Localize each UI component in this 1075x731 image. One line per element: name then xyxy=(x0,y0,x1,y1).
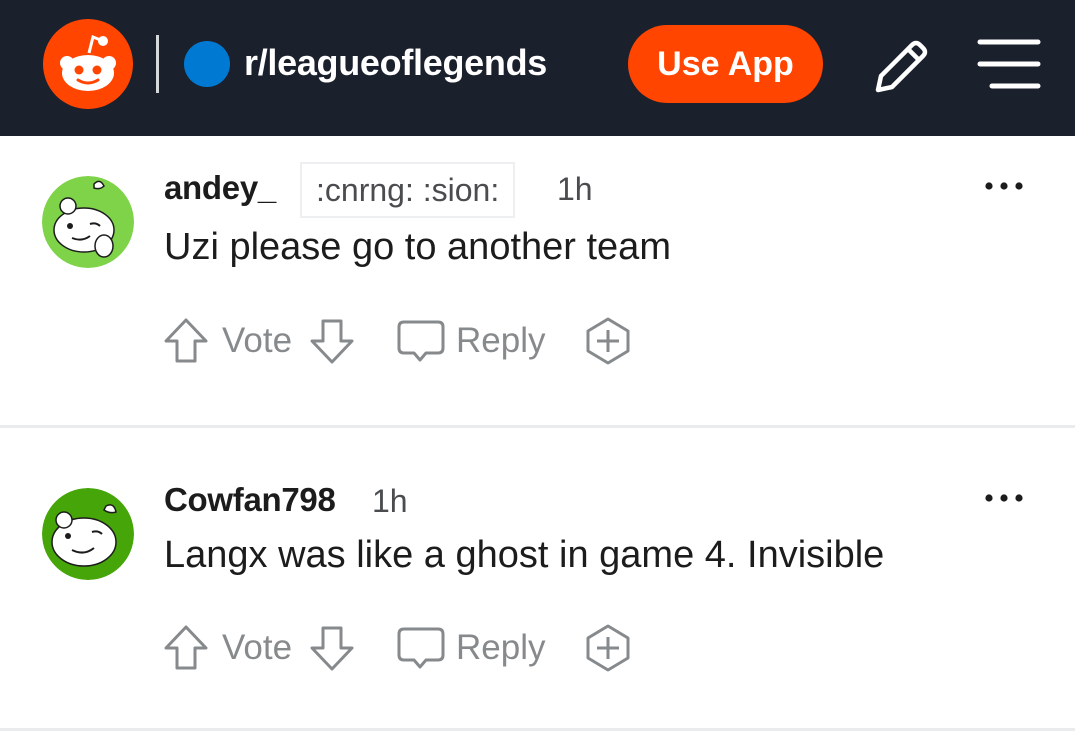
avatar[interactable] xyxy=(42,176,134,268)
downvote-button[interactable] xyxy=(308,314,356,368)
use-app-button[interactable]: Use App xyxy=(628,25,823,103)
comment-author[interactable]: Cowfan798 xyxy=(164,480,336,520)
comment-body: Uzi please go to another team xyxy=(164,226,671,268)
reply-button[interactable] xyxy=(396,314,446,368)
subreddit-name[interactable]: r/leagueoflegends xyxy=(244,40,547,86)
comment-body: Langx was like a ghost in game 4. Invisi… xyxy=(164,534,885,576)
pencil-icon[interactable] xyxy=(868,34,934,100)
award-button[interactable] xyxy=(582,621,634,675)
speech-bubble-icon xyxy=(397,627,445,669)
hamburger-menu-icon[interactable] xyxy=(976,36,1042,92)
comment-timestamp: 1h xyxy=(557,171,593,207)
award-button[interactable] xyxy=(582,314,634,368)
header-divider xyxy=(156,35,159,93)
reddit-logo-icon[interactable] xyxy=(43,19,133,109)
upvote-button[interactable] xyxy=(162,314,210,368)
reply-label[interactable]: Reply xyxy=(456,314,545,368)
comment-author[interactable]: andey_ xyxy=(164,168,276,208)
subreddit-icon[interactable] xyxy=(184,41,230,87)
avatar[interactable] xyxy=(42,488,134,580)
more-dots-icon[interactable] xyxy=(980,174,1028,198)
comment-actions: Vote Reply xyxy=(162,621,642,675)
reply-button[interactable] xyxy=(396,621,446,675)
top-nav-bar: r/leagueoflegends Use App xyxy=(0,0,1075,136)
downvote-arrow-icon xyxy=(310,319,354,364)
downvote-arrow-icon xyxy=(310,626,354,671)
comment: andey_ :cnrng: :sion: 1h Uzi please go t… xyxy=(0,136,1075,426)
speech-bubble-icon xyxy=(397,320,445,362)
user-flair: :cnrng: :sion: xyxy=(300,162,516,218)
reply-label[interactable]: Reply xyxy=(456,621,545,675)
upvote-arrow-icon xyxy=(164,318,208,363)
downvote-button[interactable] xyxy=(308,621,356,675)
vote-label: Vote xyxy=(222,628,293,667)
comment-timestamp: 1h xyxy=(372,483,408,519)
award-plus-icon xyxy=(586,317,630,365)
award-plus-icon xyxy=(586,624,630,672)
upvote-arrow-icon xyxy=(164,625,208,670)
comment-actions: Vote Reply xyxy=(162,314,642,368)
more-dots-icon[interactable] xyxy=(980,486,1028,510)
upvote-button[interactable] xyxy=(162,621,210,675)
vote-label: Vote xyxy=(222,321,293,360)
comment: Cowfan798 1h Langx was like a ghost in g… xyxy=(0,428,1075,731)
